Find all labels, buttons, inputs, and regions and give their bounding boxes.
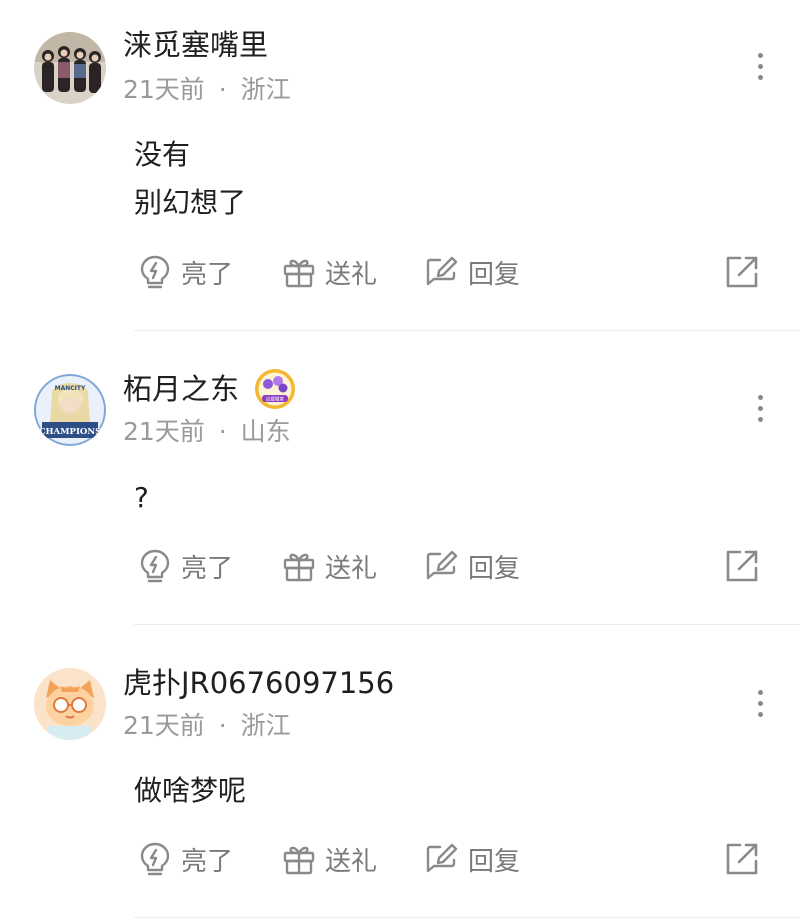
gift-button[interactable]: 送礼 bbox=[281, 837, 377, 881]
action-bar: 亮了 送礼 回复 bbox=[0, 250, 800, 294]
meta-separator: · bbox=[218, 711, 227, 740]
post-time: 21天前 bbox=[123, 417, 205, 446]
location: 浙江 bbox=[240, 75, 291, 104]
gift-label: 送礼 bbox=[325, 259, 378, 290]
more-options-icon[interactable] bbox=[745, 683, 775, 723]
comment-content: 做啥梦呢 bbox=[134, 767, 246, 815]
reply-label: 回复 bbox=[468, 846, 521, 877]
comment-divider bbox=[134, 330, 800, 331]
reply-button[interactable]: 回复 bbox=[424, 250, 520, 294]
more-options-icon[interactable] bbox=[745, 46, 775, 86]
avatar-text: MANCITY bbox=[55, 385, 86, 392]
comment-line: 没有 bbox=[134, 138, 191, 171]
gift-button[interactable]: 送礼 bbox=[281, 250, 377, 294]
location: 浙江 bbox=[240, 711, 291, 740]
username[interactable]: 虎扑JR0676097156 bbox=[123, 666, 394, 700]
reply-edit-icon bbox=[426, 843, 458, 873]
lightbulb-icon bbox=[140, 549, 170, 583]
action-bar: 亮了 送礼 回复 bbox=[0, 544, 800, 588]
lightbulb-icon bbox=[140, 842, 170, 876]
like-button[interactable]: 亮了 bbox=[137, 250, 233, 294]
avatar-text: CHAMPIONS bbox=[39, 427, 101, 437]
meta-separator: · bbox=[218, 417, 227, 446]
reply-button[interactable]: 回复 bbox=[424, 544, 520, 588]
gift-icon bbox=[283, 553, 315, 582]
reply-edit-icon bbox=[426, 550, 458, 580]
comment-2: MANCITY CHAMPIONS 柘月之东 应援徽章 21天前 · 山东 ? bbox=[0, 332, 800, 625]
gift-label: 送礼 bbox=[325, 846, 378, 877]
comment-content: ? bbox=[134, 474, 149, 522]
like-label: 亮了 bbox=[181, 553, 234, 584]
post-time: 21天前 bbox=[123, 75, 205, 104]
lightbulb-icon bbox=[140, 255, 170, 289]
comment-meta: 21天前 · 山东 bbox=[123, 417, 291, 447]
comment-line: 别幻想了 bbox=[134, 186, 247, 219]
gift-icon bbox=[283, 846, 315, 875]
like-button[interactable]: 亮了 bbox=[137, 544, 233, 588]
gift-icon bbox=[283, 259, 315, 288]
comment-meta: 21天前 · 浙江 bbox=[123, 711, 291, 741]
like-label: 亮了 bbox=[181, 259, 234, 290]
comment-divider bbox=[134, 917, 800, 918]
comment-line: ? bbox=[134, 481, 149, 514]
like-button[interactable]: 亮了 bbox=[137, 837, 233, 881]
share-icon[interactable] bbox=[724, 254, 760, 290]
fan-badge-icon[interactable]: 应援徽章 bbox=[254, 368, 296, 410]
username[interactable]: 柘月之东 bbox=[123, 372, 239, 406]
comment-content: 没有 别幻想了 bbox=[134, 131, 246, 227]
gift-label: 送礼 bbox=[325, 553, 378, 584]
comment-meta: 21天前 · 浙江 bbox=[123, 75, 291, 105]
username[interactable]: 涞觅塞嘴里 bbox=[123, 28, 268, 62]
reply-edit-icon bbox=[426, 256, 458, 286]
more-options-icon[interactable] bbox=[745, 388, 775, 428]
share-icon[interactable] bbox=[724, 548, 760, 584]
comment-line: 做啥梦呢 bbox=[134, 774, 247, 807]
comment-1: 涞觅塞嘴里 21天前 · 浙江 没有 别幻想了 亮了 送礼 回复 bbox=[0, 0, 800, 332]
comment-3: 虎扑JR0676097156 21天前 · 浙江 做啥梦呢 亮了 送礼 回复 bbox=[0, 625, 800, 919]
badge-text: 应援徽章 bbox=[266, 396, 284, 403]
meta-separator: · bbox=[218, 75, 227, 104]
reply-label: 回复 bbox=[468, 259, 521, 290]
reply-button[interactable]: 回复 bbox=[424, 837, 520, 881]
user-avatar[interactable] bbox=[34, 32, 106, 104]
user-avatar[interactable] bbox=[34, 668, 106, 740]
gift-button[interactable]: 送礼 bbox=[281, 544, 377, 588]
user-avatar[interactable]: MANCITY CHAMPIONS bbox=[34, 374, 106, 446]
action-bar: 亮了 送礼 回复 bbox=[0, 837, 800, 881]
post-time: 21天前 bbox=[123, 711, 205, 740]
reply-label: 回复 bbox=[468, 553, 521, 584]
share-icon[interactable] bbox=[724, 841, 760, 877]
location: 山东 bbox=[240, 417, 291, 446]
like-label: 亮了 bbox=[181, 846, 234, 877]
